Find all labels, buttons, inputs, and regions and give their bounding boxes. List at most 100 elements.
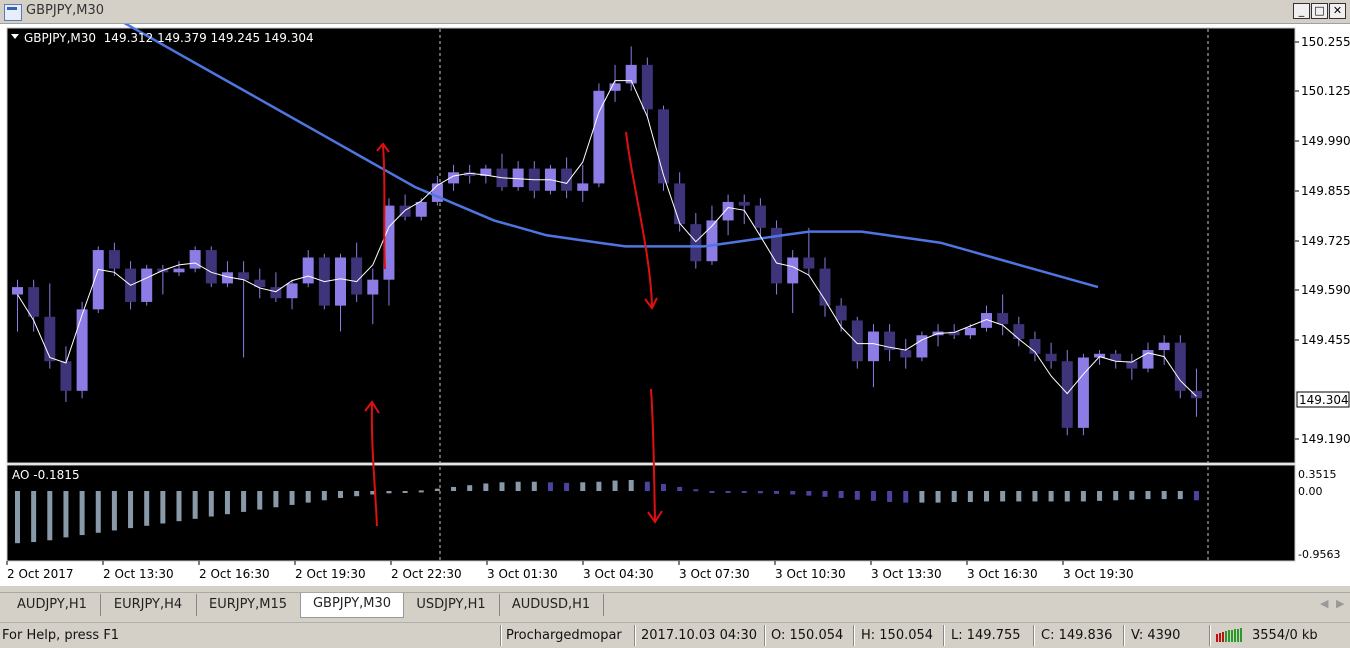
candle-body	[302, 257, 314, 284]
status-help-text: For Help, press F1	[2, 628, 120, 643]
ao-bar	[224, 491, 230, 515]
candle-body	[60, 361, 72, 391]
ao-bar	[1048, 491, 1054, 502]
ao-bar	[434, 488, 440, 491]
ao-bar	[1145, 491, 1151, 500]
candle-body	[997, 313, 1009, 325]
maximize-button[interactable]: □	[1311, 3, 1328, 19]
indicator-label: AO -0.1815	[12, 468, 80, 482]
ao-bar	[1129, 491, 1135, 500]
time-axis: 2 Oct 2017 2 Oct 13:30 2 Oct 16:30 2 Oct 19…	[6, 561, 1134, 581]
ao-bar	[192, 491, 198, 519]
price-tick-label: 149.990	[1301, 134, 1350, 148]
indicator-tick-label: -0.9563	[1298, 548, 1340, 561]
tab-eurjpy-h4[interactable]: EURJPY,H4	[100, 594, 197, 616]
candle-body	[205, 250, 217, 284]
tabs-scroll-right-icon[interactable]: ▶	[1336, 597, 1344, 610]
price-tick-label: 149.190	[1301, 432, 1350, 446]
ao-bar	[790, 491, 796, 495]
ao-bar	[984, 491, 989, 502]
time-tick-label: 3 Oct 07:30	[679, 567, 750, 581]
tab-audusd-h1[interactable]: AUDUSD,H1	[499, 594, 604, 616]
ao-bar	[95, 491, 101, 533]
ao-bar	[289, 491, 295, 505]
status-separator	[500, 625, 502, 646]
candle-body	[286, 283, 298, 299]
tab-audjpy-h1[interactable]: AUDJPY,H1	[4, 594, 101, 616]
ao-bar	[1032, 491, 1038, 502]
ao-bar	[15, 491, 20, 544]
indicator-tick-label: 0.3515	[1298, 468, 1337, 481]
ao-bar	[951, 491, 957, 503]
ao-bar	[241, 491, 247, 512]
tab-eurjpy-m15[interactable]: EURJPY,M15	[196, 594, 301, 616]
ao-bar	[515, 481, 521, 491]
candle-body	[1174, 342, 1186, 391]
candle-body	[335, 257, 346, 306]
price-axis: 150.255 150.125 149.990 149.855 149.725 149.5…	[1295, 35, 1350, 446]
tabs-scroll-left-icon[interactable]: ◀	[1320, 597, 1328, 610]
status-separator	[853, 625, 855, 646]
time-tick-label: 3 Oct 01:30	[487, 567, 558, 581]
ao-bar	[418, 490, 424, 493]
candle-body	[900, 350, 912, 358]
candle-body	[189, 250, 201, 269]
time-tick-label: 3 Oct 19:30	[1063, 567, 1134, 581]
ao-bar	[838, 491, 844, 498]
candle-body	[658, 109, 669, 184]
ao-bar	[1064, 491, 1070, 502]
candle-body	[851, 320, 863, 362]
candle-body	[787, 257, 799, 284]
ao-bar	[257, 491, 263, 510]
minimize-button[interactable]: _	[1293, 3, 1310, 19]
ao-bar	[111, 491, 117, 531]
status-separator	[1209, 625, 1211, 646]
tab-usdjpy-h1[interactable]: USDJPY,H1	[403, 594, 500, 616]
indicator-tick-label: 0.00	[1298, 485, 1323, 498]
ao-bar	[903, 491, 909, 503]
status-profile[interactable]: Prochargedmopar	[506, 623, 622, 648]
ao-bar	[354, 491, 360, 497]
status-separator	[764, 625, 766, 646]
indicator-panel[interactable]	[6, 464, 1296, 562]
candle-body	[12, 287, 23, 295]
ao-bar	[580, 482, 586, 491]
candle-body	[690, 224, 702, 262]
time-tick-label: 2 Oct 13:30	[103, 567, 174, 581]
ao-bar	[483, 483, 489, 491]
ao-bar	[967, 491, 973, 503]
ao-bar	[31, 491, 37, 543]
time-tick-label: 3 Oct 13:30	[871, 567, 942, 581]
status-high: H: 150.054	[861, 628, 934, 643]
status-bar: For Help, press F1 Prochargedmopar 2017.…	[0, 622, 1350, 648]
ao-bar	[725, 491, 731, 493]
time-tick-label: 2 Oct 16:30	[199, 567, 270, 581]
status-datetime: 2017.10.03 04:30	[641, 628, 758, 643]
candle-body	[577, 183, 589, 191]
chart-canvas[interactable]: 150.255 150.125 149.990 149.855 149.725 149.5…	[0, 24, 1350, 586]
status-low: L: 149.755	[951, 628, 1021, 643]
window-title: GBPJPY,M30	[26, 3, 105, 18]
ao-bar	[661, 484, 666, 491]
candle-body	[835, 305, 847, 321]
close-button[interactable]: ✕	[1329, 3, 1346, 19]
ao-bar	[305, 491, 311, 503]
status-separator	[1033, 625, 1035, 646]
price-tick-label: 149.590	[1301, 283, 1350, 297]
ao-bar	[644, 481, 650, 491]
candle-body	[738, 201, 750, 206]
time-tick-label: 3 Oct 04:30	[583, 567, 654, 581]
ao-bar	[402, 491, 408, 493]
candle-body	[867, 331, 879, 362]
chart-window[interactable]: 150.255 150.125 149.990 149.855 149.725 149.5…	[0, 24, 1350, 586]
candle-body	[108, 250, 120, 269]
ao-bar	[144, 491, 150, 526]
tab-gbpjpy-m30[interactable]: GBPJPY,M30	[300, 593, 404, 618]
ao-bar	[1080, 491, 1086, 502]
ao-bar	[935, 491, 941, 503]
candle-body	[1013, 324, 1025, 339]
candle-body	[754, 205, 766, 228]
connection-status-icon[interactable]	[1216, 628, 1246, 642]
candle-body	[1158, 342, 1170, 351]
ao-bar	[854, 491, 860, 500]
